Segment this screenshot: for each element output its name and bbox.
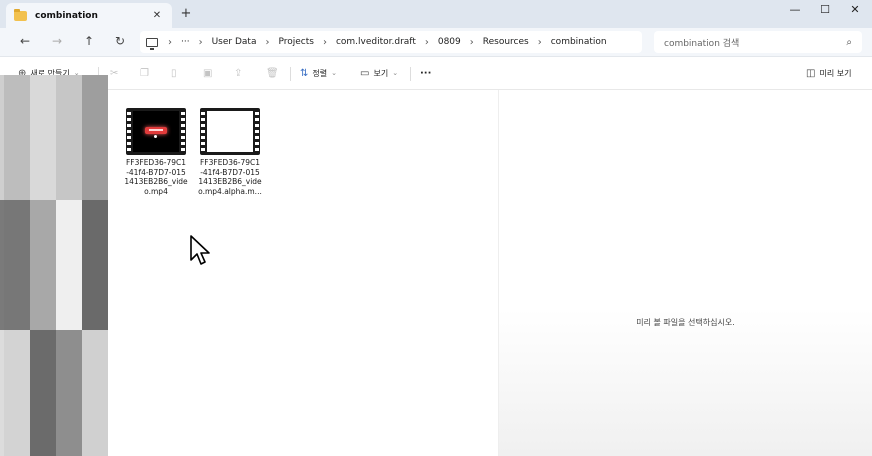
video-frame <box>207 111 253 152</box>
video-thumbnail <box>126 108 186 155</box>
mouse-cursor-icon <box>190 235 210 265</box>
breadcrumb-user-data[interactable]: User Data <box>212 37 257 47</box>
view-button-label: 보기 <box>373 68 389 78</box>
search-icon: ⌕ <box>846 36 852 48</box>
file-name: FF3FED36-79C1 -41f4-B7D7-015 1413EB2B6_v… <box>124 158 188 196</box>
breadcrumb-projects[interactable]: Projects <box>278 37 313 47</box>
toolbar-divider <box>410 67 411 81</box>
chevron-down-icon: ⌄ <box>392 69 399 77</box>
refresh-button[interactable]: ↻ <box>111 34 129 50</box>
paste-button[interactable]: ▯ <box>171 65 181 81</box>
film-strip-icon <box>255 112 259 151</box>
sidebar-block <box>56 75 82 200</box>
sort-button[interactable]: ⇅ 정렬 ⌄ <box>300 65 337 81</box>
chevron-right-icon: › <box>265 36 270 48</box>
delete-button[interactable]: 🗑 <box>266 65 283 81</box>
sidebar-block <box>56 200 82 330</box>
title-bar: combination ✕ + — ☐ ✕ <box>0 0 872 28</box>
chevron-right-icon: › <box>168 36 172 48</box>
film-strip-icon <box>201 112 205 151</box>
folder-icon <box>14 8 27 21</box>
sidebar-block <box>30 75 56 200</box>
chevron-right-icon: › <box>424 36 429 48</box>
sidebar-block <box>82 75 108 200</box>
sidebar-block <box>4 200 30 330</box>
address-bar[interactable]: › ··· › User Data › Projects › com.lvedi… <box>140 31 642 53</box>
trash-icon: 🗑 <box>266 67 279 79</box>
preview-pane: 미리 볼 파일을 선택하십시오. <box>498 90 872 456</box>
rename-button[interactable]: ▣ <box>203 65 216 81</box>
clipboard-icon: ▯ <box>171 67 177 79</box>
sidebar-block <box>30 200 56 330</box>
scissors-icon: ✂ <box>110 67 119 79</box>
cut-button[interactable]: ✂ <box>110 65 122 81</box>
chevron-right-icon: › <box>469 36 474 48</box>
chevron-down-icon: ⌄ <box>331 69 337 77</box>
sidebar-block <box>4 75 30 200</box>
forward-button[interactable]: → <box>48 34 66 50</box>
preview-pane-label: 미리 보기 <box>819 68 852 78</box>
tab-close-icon[interactable]: ✕ <box>150 10 164 21</box>
file-item-video[interactable]: FF3FED36-79C1 -41f4-B7D7-015 1413EB2B6_v… <box>122 108 190 196</box>
sidebar-block <box>82 330 108 456</box>
rename-icon: ▣ <box>203 67 213 79</box>
minimize-button[interactable]: — <box>781 3 809 19</box>
file-item-alpha-video[interactable]: FF3FED36-79C1 -41f4-B7D7-015 1413EB2B6_v… <box>196 108 264 196</box>
close-button[interactable]: ✕ <box>841 3 869 19</box>
sort-icon: ⇅ <box>300 67 309 79</box>
toolbar-divider <box>290 67 291 81</box>
video-frame <box>133 111 179 152</box>
new-tab-button[interactable]: + <box>178 6 194 21</box>
breadcrumb-more[interactable]: ··· <box>181 37 190 47</box>
breadcrumb-0809[interactable]: 0809 <box>438 37 461 47</box>
film-strip-icon <box>127 112 131 151</box>
film-strip-icon <box>181 112 185 151</box>
search-box[interactable]: combination 검색 ⌕ <box>654 31 862 53</box>
navigation-pane <box>0 75 108 456</box>
chevron-right-icon: › <box>537 36 542 48</box>
video-thumbnail <box>200 108 260 155</box>
preview-message: 미리 볼 파일을 선택하십시오. <box>636 318 735 327</box>
share-icon: ⇪ <box>234 67 243 79</box>
maximize-button[interactable]: ☐ <box>811 3 839 19</box>
view-icon: ▭ <box>360 67 370 79</box>
view-button[interactable]: ▭ 보기 ⌄ <box>360 65 398 81</box>
file-list[interactable]: FF3FED36-79C1 -41f4-B7D7-015 1413EB2B6_v… <box>108 90 498 456</box>
sort-button-label: 정렬 <box>312 68 328 78</box>
copy-icon: ❐ <box>140 67 149 79</box>
breadcrumb-draft[interactable]: com.lveditor.draft <box>336 37 416 47</box>
tab-combination[interactable]: combination ✕ <box>6 3 172 28</box>
chevron-right-icon: › <box>322 36 327 48</box>
navigation-bar: ← → ↑ ↻ › ··· › User Data › Projects › c… <box>0 28 872 57</box>
back-button[interactable]: ← <box>16 34 34 50</box>
up-button[interactable]: ↑ <box>80 34 98 50</box>
preview-pane-icon: ◫ <box>806 67 816 79</box>
file-name: FF3FED36-79C1 -41f4-B7D7-015 1413EB2B6_v… <box>198 158 262 196</box>
thumbnail-graphic <box>145 127 167 134</box>
thumbnail-dot <box>154 135 157 138</box>
command-toolbar: ⊕ 새로 만들기 ⌄ ✂ ❐ ▯ ▣ ⇪ 🗑 ⇅ 정렬 ⌄ ▭ 보기 ⌄ ···… <box>0 57 872 90</box>
preview-pane-button[interactable]: ◫ 미리 보기 <box>806 65 851 81</box>
sidebar-block <box>56 330 82 456</box>
computer-icon <box>146 37 158 50</box>
breadcrumb-resources[interactable]: Resources <box>483 37 529 47</box>
breadcrumb-combination[interactable]: combination <box>551 37 607 47</box>
chevron-right-icon: › <box>198 36 203 48</box>
search-input[interactable]: combination 검색 <box>664 36 846 49</box>
sidebar-block <box>30 330 56 456</box>
more-options-button[interactable]: ··· <box>420 65 431 81</box>
sidebar-block <box>4 330 30 456</box>
copy-button[interactable]: ❐ <box>140 65 153 81</box>
sidebar-block <box>82 200 108 330</box>
share-button[interactable]: ⇪ <box>234 65 246 81</box>
tab-title: combination <box>35 10 98 21</box>
